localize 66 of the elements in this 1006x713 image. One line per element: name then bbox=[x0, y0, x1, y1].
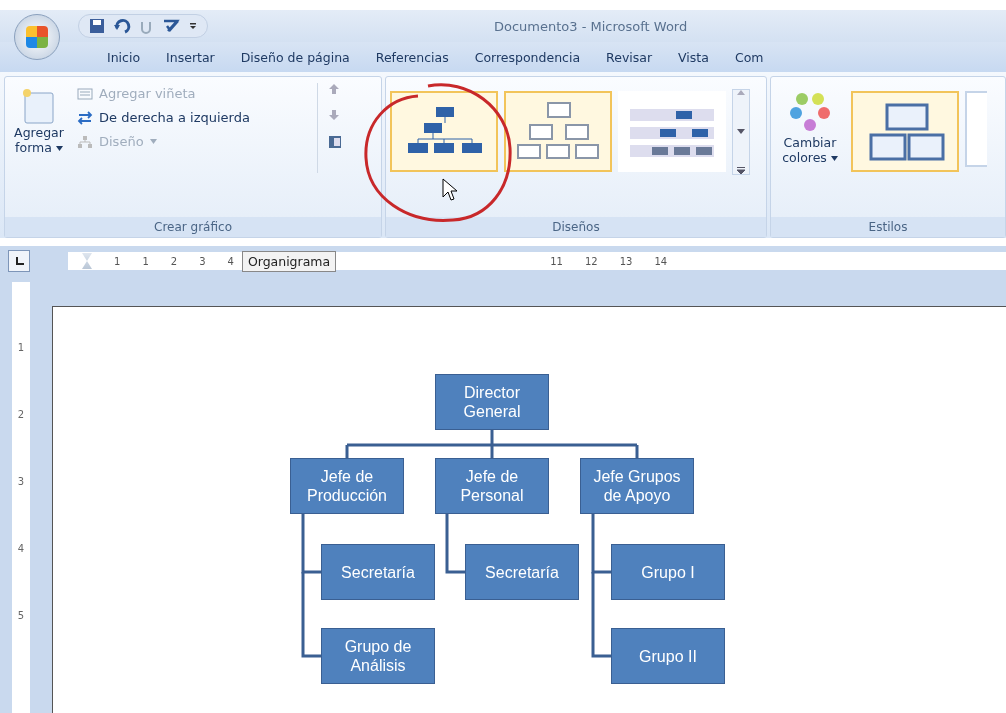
window-title: Documento3 - Microsoft Word bbox=[494, 18, 688, 34]
ribbon-tab[interactable]: Insertar bbox=[155, 42, 226, 72]
group-label: Crear gráfico bbox=[5, 217, 381, 237]
ruler-number: 1 bbox=[142, 255, 149, 267]
ruler-number: 4 bbox=[227, 255, 234, 267]
expand-gallery-icon[interactable] bbox=[737, 167, 745, 174]
ribbon-command[interactable]: De derecha a izquierda bbox=[75, 107, 311, 128]
ruler-number: 14 bbox=[654, 255, 668, 267]
save-icon[interactable] bbox=[89, 18, 105, 34]
mouse-cursor-icon bbox=[442, 178, 458, 202]
ribbon-tab[interactable]: Referencias bbox=[364, 42, 460, 72]
org-chart-node: Jefe Grupos de Apoyo bbox=[580, 458, 694, 514]
style-thumbnail[interactable] bbox=[851, 91, 959, 172]
customize-caret-icon[interactable] bbox=[189, 21, 197, 31]
ruler-number: 1 bbox=[17, 342, 25, 353]
indent-marker[interactable] bbox=[82, 253, 92, 269]
ribbon-tab[interactable]: Revisar bbox=[595, 42, 664, 72]
ribbon-tab[interactable]: Inicio bbox=[96, 42, 152, 72]
promote-arrow-icon bbox=[328, 83, 340, 95]
ruler-number: 1 bbox=[114, 255, 121, 267]
group-label: Diseños bbox=[386, 217, 766, 237]
ruler-number: 2 bbox=[170, 255, 178, 267]
style-thumbnail[interactable] bbox=[965, 91, 987, 167]
org-chart-node: Jefe de Producción bbox=[290, 458, 404, 514]
scroll-down-icon[interactable] bbox=[737, 128, 745, 134]
org-chart-node: Jefe de Personal bbox=[435, 458, 549, 514]
caret-icon bbox=[830, 156, 838, 161]
org-chart-node: Director General bbox=[435, 374, 549, 430]
org-chart-node: Grupo I bbox=[611, 544, 725, 600]
group-label: Estilos bbox=[771, 217, 1005, 237]
left-tab-icon bbox=[14, 256, 24, 266]
ruler-number: 2 bbox=[17, 409, 25, 420]
ribbon-tab[interactable]: Diseño de página bbox=[229, 42, 361, 72]
layout-thumbnail[interactable] bbox=[390, 91, 498, 172]
tab-selector-button[interactable] bbox=[8, 250, 30, 272]
office-button[interactable] bbox=[14, 14, 60, 60]
text-pane-icon bbox=[328, 135, 342, 149]
caret-icon bbox=[55, 146, 63, 151]
ruler-number: 4 bbox=[17, 543, 25, 554]
swap-arrows-icon bbox=[77, 110, 93, 125]
layout-thumbnail[interactable] bbox=[504, 91, 612, 172]
change-colors-button[interactable]: Cambiar colores bbox=[775, 89, 845, 167]
ruler-number: 3 bbox=[17, 476, 25, 487]
org-chart-node: Secretaría bbox=[465, 544, 579, 600]
add-shape-button[interactable]: Agregar forma bbox=[9, 83, 69, 157]
connector-line bbox=[445, 514, 465, 574]
hierarchy-icon bbox=[77, 134, 93, 149]
ruler-number: 13 bbox=[619, 255, 633, 267]
ruler-number: 5 bbox=[17, 610, 25, 621]
bullet-list-icon bbox=[77, 86, 93, 101]
caret-icon bbox=[149, 139, 157, 144]
org-chart-node: Secretaría bbox=[321, 544, 435, 600]
ruler-number: 11 bbox=[550, 255, 563, 267]
ribbon-tab[interactable]: Vista bbox=[667, 42, 720, 72]
ruler-number: 12 bbox=[584, 255, 598, 267]
ribbon-tab[interactable]: Com bbox=[723, 42, 775, 72]
org-chart-node: Grupo de Análisis bbox=[321, 628, 435, 684]
layout-thumbnail[interactable] bbox=[618, 91, 726, 172]
ribbon-tab[interactable]: Correspondencia bbox=[463, 42, 592, 72]
tooltip: Organigrama bbox=[241, 250, 337, 272]
ruler-number: 3 bbox=[199, 255, 206, 267]
undo-icon[interactable] bbox=[113, 18, 131, 34]
org-chart-node: Grupo II bbox=[611, 628, 725, 684]
gallery-scrollbar[interactable] bbox=[732, 89, 750, 175]
demote-arrow-icon bbox=[328, 109, 340, 121]
spelling-check-icon[interactable] bbox=[161, 18, 181, 34]
